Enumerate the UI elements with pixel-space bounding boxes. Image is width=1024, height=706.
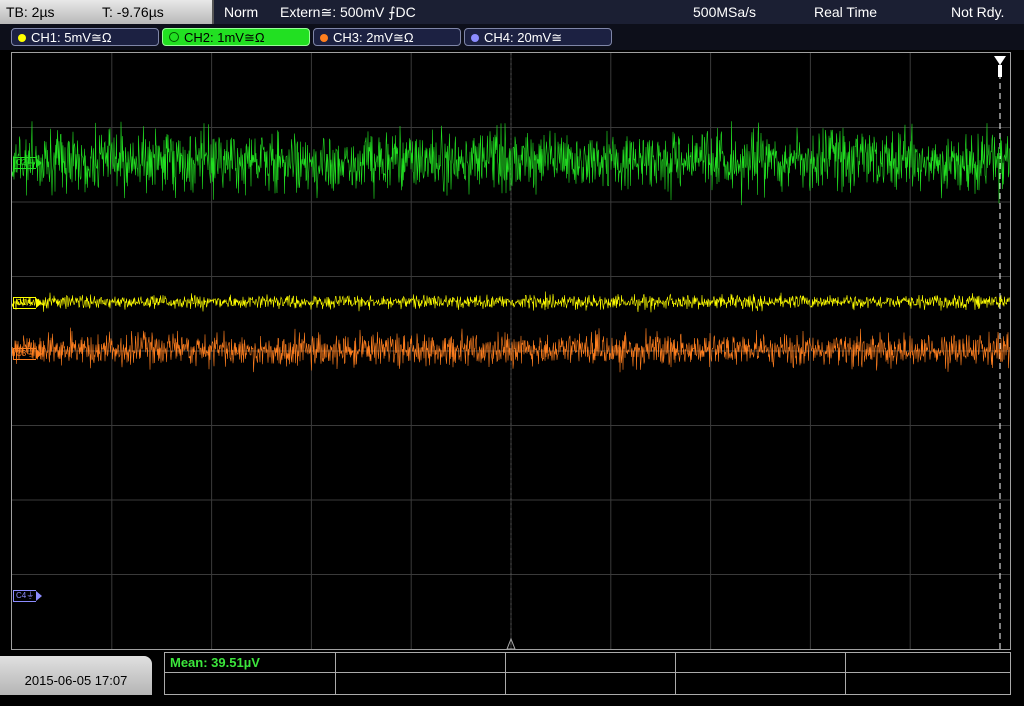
- timebase-label: TB: 2µs: [6, 4, 55, 20]
- ch2-offset-marker[interactable]: C2⏚: [13, 157, 43, 169]
- ch4-label: CH4: 20mV≅: [484, 30, 563, 45]
- trigger-mode[interactable]: Norm: [224, 0, 258, 24]
- measurement-divider: [165, 672, 1010, 673]
- channel-bar: CH1: 5mV≅Ω CH2: 1mV≅Ω CH3: 2mV≅Ω CH4: 20…: [0, 24, 1024, 50]
- measurement-panel[interactable]: Mean: 39.51µV: [164, 652, 1011, 695]
- ch2-label: CH2: 1mV≅Ω: [184, 30, 265, 45]
- acquisition-mode[interactable]: Real Time: [814, 0, 877, 24]
- mean-measurement: Mean: 39.51µV: [170, 655, 260, 670]
- ch4-offset-marker[interactable]: C4⏚: [13, 590, 43, 602]
- ch1-color-icon: [18, 34, 26, 42]
- ready-state: Not Rdy.: [951, 4, 1005, 20]
- ch3-marker-label: C3: [16, 349, 27, 358]
- datetime-display: 2015-06-05 17:07: [0, 656, 152, 695]
- ch4-marker-label: C4: [16, 591, 27, 600]
- trigger-time-label: T: -9.76µs: [102, 4, 164, 20]
- trigger-source[interactable]: Extern≅: 500mV ⨍DC: [280, 0, 416, 24]
- ch4-color-icon: [471, 34, 479, 42]
- ch3-color-icon: [320, 34, 328, 42]
- sample-rate: 500MSa/s: [693, 4, 757, 20]
- channel-tab-ch4[interactable]: CH4: 20mV≅: [464, 28, 612, 46]
- channel-tab-ch1[interactable]: CH1: 5mV≅Ω: [11, 28, 159, 46]
- ch3-label: CH3: 2mV≅Ω: [333, 30, 414, 45]
- status-bar: TB: 2µs T: -9.76µs Norm Extern≅: 500mV ⨍…: [0, 0, 1024, 24]
- channel-tab-ch3[interactable]: CH3: 2mV≅Ω: [313, 28, 461, 46]
- waveform-canvas: [12, 53, 1010, 649]
- measurement-divider: [845, 653, 846, 694]
- ch1-label: CH1: 5mV≅Ω: [31, 30, 112, 45]
- ch3-offset-marker[interactable]: C3⏚: [13, 348, 43, 360]
- timebase-box[interactable]: TB: 2µs T: -9.76µs: [0, 0, 214, 24]
- ch1-marker-label: C1: [16, 298, 27, 307]
- ch2-marker-label: C2: [16, 158, 27, 167]
- measurement-divider: [505, 653, 506, 694]
- datetime-label: 2015-06-05 17:07: [24, 673, 128, 688]
- ch1-offset-marker[interactable]: C1⏚: [13, 297, 43, 309]
- trigger-marker-icon[interactable]: [994, 56, 1006, 77]
- measurement-divider: [675, 653, 676, 694]
- ch2-color-icon: [169, 32, 179, 42]
- measurement-divider: [335, 653, 336, 694]
- channel-tab-ch2[interactable]: CH2: 1mV≅Ω: [162, 28, 310, 46]
- waveform-display[interactable]: C2⏚ C1⏚ C3⏚ C4⏚: [11, 52, 1011, 650]
